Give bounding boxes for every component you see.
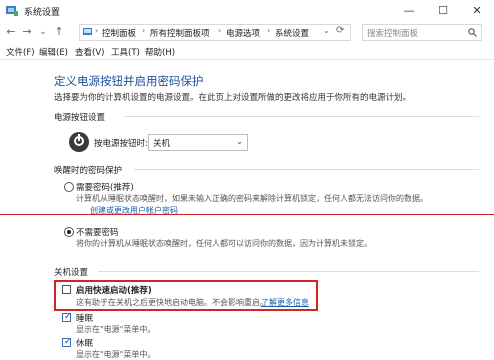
sleep-label[interactable]: 睡眠 (76, 312, 93, 324)
require-password-label[interactable]: 需要密码(推荐) (76, 181, 134, 193)
fast-startup-checkbox[interactable] (62, 285, 71, 294)
no-password-label[interactable]: 不需要密码 (76, 226, 119, 238)
shutdown-section-title: 关机设置 (54, 268, 89, 278)
chevron-right-icon: › (218, 26, 222, 35)
power-icon (69, 132, 89, 152)
power-bar (78, 134, 80, 141)
power-section-title: 电源按钮设置 (54, 113, 106, 123)
hibernate-desc: 显示在"电源"菜单中。 (76, 350, 156, 359)
search-box[interactable]: 搜索控制面板 (362, 24, 482, 41)
breadcrumb-item[interactable]: 控制面板 (102, 27, 136, 39)
fast-startup-desc: 这有助于在关机之后更快地启动电脑。不会影响重启。 (76, 298, 268, 307)
no-password-desc: 将你的计算机从睡眠状态唤醒时，任何人都可以访问你的数据，因为计算机未锁定。 (76, 239, 372, 248)
chevron-down-icon[interactable]: ⌄ (323, 26, 330, 35)
power-button-select-value: 关机 (153, 139, 171, 149)
highlight-line (0, 214, 494, 215)
chevron-right-icon: › (95, 26, 99, 35)
divider (98, 271, 479, 272)
radio-selected-dot (67, 230, 71, 234)
address-bar[interactable]: › 控制面板 › 所有控制面板项 › 电源选项 › 系统设置 ⌄ ⟳ (79, 24, 351, 41)
require-password-desc: 计算机从睡眠状态唤醒时，如果未输入正确的密码来解除计算机锁定，任何人都无法访问你… (76, 194, 412, 203)
breadcrumb-item[interactable]: 电源选项 (226, 27, 260, 39)
menu-file[interactable]: 文件(F) (6, 46, 35, 58)
require-password-desc-cont: 据。 (412, 194, 428, 203)
window-title: 系统设置 (24, 8, 61, 18)
page-title: 定义电源按钮并启用密码保护 (54, 74, 204, 88)
search-icon[interactable] (468, 28, 477, 37)
forward-button[interactable]: → (20, 25, 34, 39)
menu-help[interactable]: 帮助(H) (145, 46, 175, 58)
require-password-radio[interactable] (64, 182, 74, 192)
sleep-checkbox[interactable]: ✓ (62, 312, 72, 322)
back-button[interactable]: ← (4, 25, 18, 39)
search-input[interactable]: 搜索控制面板 (367, 27, 418, 39)
menu-tools[interactable]: 工具(T) (111, 46, 140, 58)
learn-more-link[interactable]: 了解更多信息 (261, 297, 309, 308)
checkmark-icon: ✓ (64, 337, 72, 347)
hibernate-label[interactable]: 休眠 (76, 337, 93, 349)
checkmark-icon: ✓ (64, 312, 72, 322)
maximize-button[interactable]: ☐ (426, 0, 460, 22)
page-description: 选择要为你的计算机设置的电源设置。在此页上对设置所做的更改将应用于你所有的电源计… (54, 93, 412, 103)
chevron-right-icon: › (142, 26, 146, 35)
chevron-down-icon: ⌄ (236, 137, 243, 146)
breadcrumb-item[interactable]: 系统设置 (275, 27, 309, 39)
menu-edit[interactable]: 编辑(E) (39, 46, 68, 58)
history-dropdown-icon[interactable]: ⌄ (36, 25, 50, 39)
power-button-select[interactable]: 关机 ⌄ (148, 134, 248, 151)
close-button[interactable]: ✕ (460, 0, 494, 22)
divider (0, 59, 494, 60)
menu-view[interactable]: 查看(V) (75, 46, 104, 58)
power-options-icon (6, 6, 18, 16)
control-panel-icon (83, 28, 92, 35)
breadcrumb-item[interactable]: 所有控制面板项 (150, 27, 210, 39)
wake-section-title: 唤醒时的密码保护 (54, 166, 123, 176)
up-button[interactable]: ↑ (52, 25, 66, 39)
no-password-radio[interactable] (64, 227, 74, 237)
refresh-icon[interactable]: ⟳ (336, 25, 344, 36)
power-button-label: 按电源按钮时: (94, 139, 148, 149)
divider (124, 116, 479, 117)
chevron-right-icon: › (267, 26, 271, 35)
sleep-desc: 显示在"电源"菜单中。 (76, 325, 156, 334)
fast-startup-label[interactable]: 启用快速启动(推荐) (76, 284, 152, 296)
minimize-button[interactable]: — (392, 0, 426, 22)
divider (134, 169, 479, 170)
hibernate-checkbox[interactable]: ✓ (62, 337, 72, 347)
